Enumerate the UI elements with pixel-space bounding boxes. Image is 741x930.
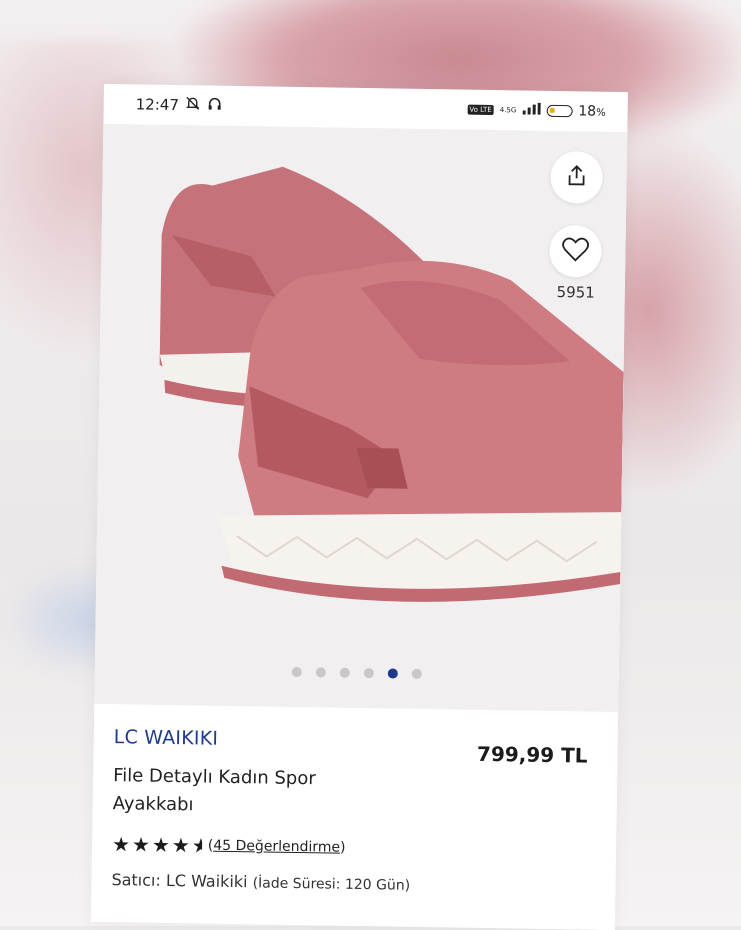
signal-icon	[522, 102, 541, 118]
carousel-dot[interactable]	[339, 667, 350, 678]
product-price: 799,99 TL	[476, 741, 588, 768]
share-icon	[564, 163, 588, 191]
reviews-link[interactable]: (45 Değerlendirme)	[208, 838, 346, 856]
product-info: LC WAIKIKI 799,99 TL File Detaylı Kadın …	[91, 704, 618, 897]
phone-screen: 12:47 Vo LTE 4.5G 18% 5951 LC WAIKIKI 79…	[90, 83, 628, 930]
clock: 12:47	[135, 95, 180, 115]
return-policy: (İade Süresi: 120 Gün)	[252, 875, 411, 894]
carousel-dot[interactable]	[387, 668, 398, 679]
star-rating: ★★★★★	[111, 832, 202, 858]
favorites-count: 5951	[556, 283, 595, 302]
product-title: File Detaylı Kadın Spor Ayakkabı	[112, 765, 316, 816]
headphones-icon	[207, 96, 223, 116]
battery-icon	[546, 104, 573, 118]
rating-row[interactable]: ★★★★★ (45 Değerlendirme)	[112, 832, 592, 864]
carousel-dot[interactable]	[363, 668, 374, 679]
seller-label: Satıcı: LC Waikiki	[111, 870, 248, 892]
product-image-carousel[interactable]: 5951	[94, 123, 628, 713]
heart-icon	[561, 236, 589, 266]
volte-badge: Vo LTE	[467, 104, 494, 116]
product-image	[159, 166, 624, 602]
battery-level: 18%	[578, 103, 606, 120]
network-type: 4.5G	[499, 106, 517, 115]
carousel-dot[interactable]	[411, 668, 422, 679]
bell-muted-icon	[185, 95, 201, 115]
carousel-dot[interactable]	[291, 666, 302, 678]
seller-info: Satıcı: LC Waikiki (İade Süresi: 120 Gün…	[111, 870, 591, 897]
carousel-dot[interactable]	[315, 667, 326, 678]
